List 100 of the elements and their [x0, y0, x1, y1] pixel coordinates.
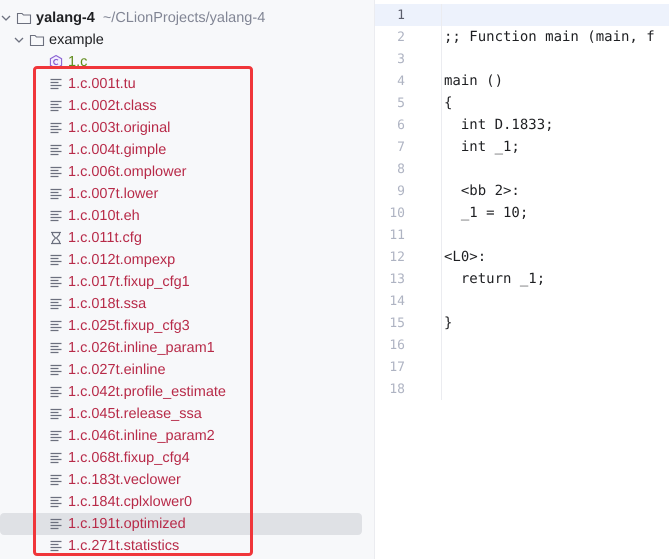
text-file-icon [48, 494, 64, 510]
code-line: main () [444, 73, 504, 89]
file-row[interactable]: 1.c.018t.ssa [0, 293, 362, 315]
folder-name: yalang-4 [36, 10, 95, 26]
text-file-icon [48, 208, 64, 224]
file-row[interactable]: 1.c.191t.optimized [0, 513, 362, 535]
file-name: 1.c.007t.lower [68, 186, 158, 202]
file-row[interactable]: 1.c.010t.eh [0, 205, 362, 227]
folder-icon [16, 10, 32, 26]
code-line: { [444, 95, 452, 111]
file-row[interactable]: 1.c.003t.original [0, 117, 362, 139]
line-number: 9 [396, 184, 405, 198]
line-number: 3 [396, 52, 405, 66]
file-row[interactable]: 1.c.006t.omplower [0, 161, 362, 183]
folder-name: example [49, 32, 104, 48]
code-line: int D.1833; [460, 117, 554, 133]
file-name: 1.c.025t.fixup_cfg3 [68, 318, 190, 334]
text-file-icon [48, 318, 64, 334]
text-file-icon [48, 164, 64, 180]
code-line: ;; Function main (main, f [444, 29, 655, 45]
file-row[interactable]: 1.c.001t.tu [0, 73, 362, 95]
file-row[interactable]: 1.c.011t.cfg [0, 227, 362, 249]
file-name: 1.c.003t.original [68, 120, 170, 136]
file-name: 1.c.183t.veclower [68, 472, 181, 488]
folder-row[interactable]: yalang-4 ~/CLionProjects/yalang-4 [0, 7, 362, 29]
text-file-icon [48, 274, 64, 290]
file-name: 1.c.004t.gimple [68, 142, 166, 158]
file-name: 1.c.017t.fixup_cfg1 [68, 274, 190, 290]
text-file-icon [48, 450, 64, 466]
file-name: 1.c.012t.ompexp [68, 252, 176, 268]
file-name: 1.c.018t.ssa [68, 296, 146, 312]
line-number: 11 [388, 228, 405, 242]
file-row[interactable]: 1.c [0, 51, 362, 73]
text-file-icon [48, 186, 64, 202]
text-file-icon [48, 406, 64, 422]
text-file-icon [48, 472, 64, 488]
line-number: 6 [396, 118, 405, 132]
code-line: <bb 2>: [460, 183, 520, 199]
line-number: 15 [388, 316, 405, 330]
text-file-icon [48, 252, 64, 268]
file-name: 1.c.191t.optimized [68, 516, 186, 532]
text-file-icon [48, 76, 64, 92]
project-path: ~/CLionProjects/yalang-4 [102, 10, 266, 26]
text-file-icon [48, 428, 64, 444]
text-file-icon [48, 362, 64, 378]
code-line: } [444, 315, 452, 331]
file-name: 1.c.271t.statistics [68, 538, 180, 554]
file-name: 1.c.045t.release_ssa [68, 406, 202, 422]
file-name: 1.c.068t.fixup_cfg4 [68, 450, 190, 466]
file-row[interactable]: 1.c.026t.inline_param1 [0, 337, 362, 359]
text-file-icon [48, 516, 64, 532]
file-name: 1.c.011t.cfg [68, 230, 142, 246]
text-file-icon [48, 98, 64, 114]
file-row[interactable]: 1.c.027t.einline [0, 359, 362, 381]
folder-row[interactable]: example [0, 29, 362, 51]
code-line: int _1; [460, 139, 520, 155]
hourglass-icon [48, 230, 64, 246]
code-line: _1 = 10; [460, 205, 528, 221]
file-row[interactable]: 1.c.068t.fixup_cfg4 [0, 447, 362, 469]
file-name: 1.c.010t.eh [68, 208, 140, 224]
file-row[interactable]: 1.c.183t.veclower [0, 469, 362, 491]
file-name: 1.c.002t.class [68, 98, 157, 114]
line-number: 12 [388, 250, 405, 264]
file-row[interactable]: 1.c.184t.cplxlower0 [0, 491, 362, 513]
file-row[interactable]: 1.c.025t.fixup_cfg3 [0, 315, 362, 337]
text-file-icon [48, 340, 64, 356]
folder-icon [29, 32, 45, 48]
file-name: 1.c.184t.cplxlower0 [68, 494, 192, 510]
file-row[interactable]: 1.c.007t.lower [0, 183, 362, 205]
line-number: 18 [388, 382, 405, 396]
file-name: 1.c [68, 54, 88, 70]
line-number: 10 [388, 206, 405, 220]
file-row[interactable]: 1.c.012t.ompexp [0, 249, 362, 271]
text-file-icon [48, 120, 64, 136]
text-file-icon [48, 296, 64, 312]
file-name: 1.c.027t.einline [68, 362, 166, 378]
line-number: 16 [388, 338, 405, 352]
file-name: 1.c.001t.tu [68, 76, 136, 92]
line-number: 14 [388, 294, 405, 308]
file-row[interactable]: 1.c.017t.fixup_cfg1 [0, 271, 362, 293]
text-file-icon [48, 142, 64, 158]
line-number: 8 [396, 162, 405, 176]
file-name: 1.c.042t.profile_estimate [68, 384, 226, 400]
file-row[interactable]: 1.c.002t.class [0, 95, 362, 117]
file-row[interactable]: 1.c.271t.statistics [0, 535, 362, 557]
code-line: <L0>: [444, 249, 486, 265]
line-number: 4 [396, 74, 405, 88]
file-row[interactable]: 1.c.042t.profile_estimate [0, 381, 362, 403]
file-row[interactable]: 1.c.045t.release_ssa [0, 403, 362, 425]
line-number: 5 [396, 96, 405, 110]
file-name: 1.c.006t.omplower [68, 164, 186, 180]
file-name: 1.c.026t.inline_param1 [68, 340, 215, 356]
file-row[interactable]: 1.c.004t.gimple [0, 139, 362, 161]
line-number: 17 [388, 360, 405, 374]
line-number: 13 [388, 272, 405, 286]
line-number: 7 [396, 140, 405, 154]
file-name: 1.c.046t.inline_param2 [68, 428, 215, 444]
line-number: 2 [396, 30, 405, 44]
file-row[interactable]: 1.c.046t.inline_param2 [0, 425, 362, 447]
code-line: return _1; [460, 271, 546, 287]
